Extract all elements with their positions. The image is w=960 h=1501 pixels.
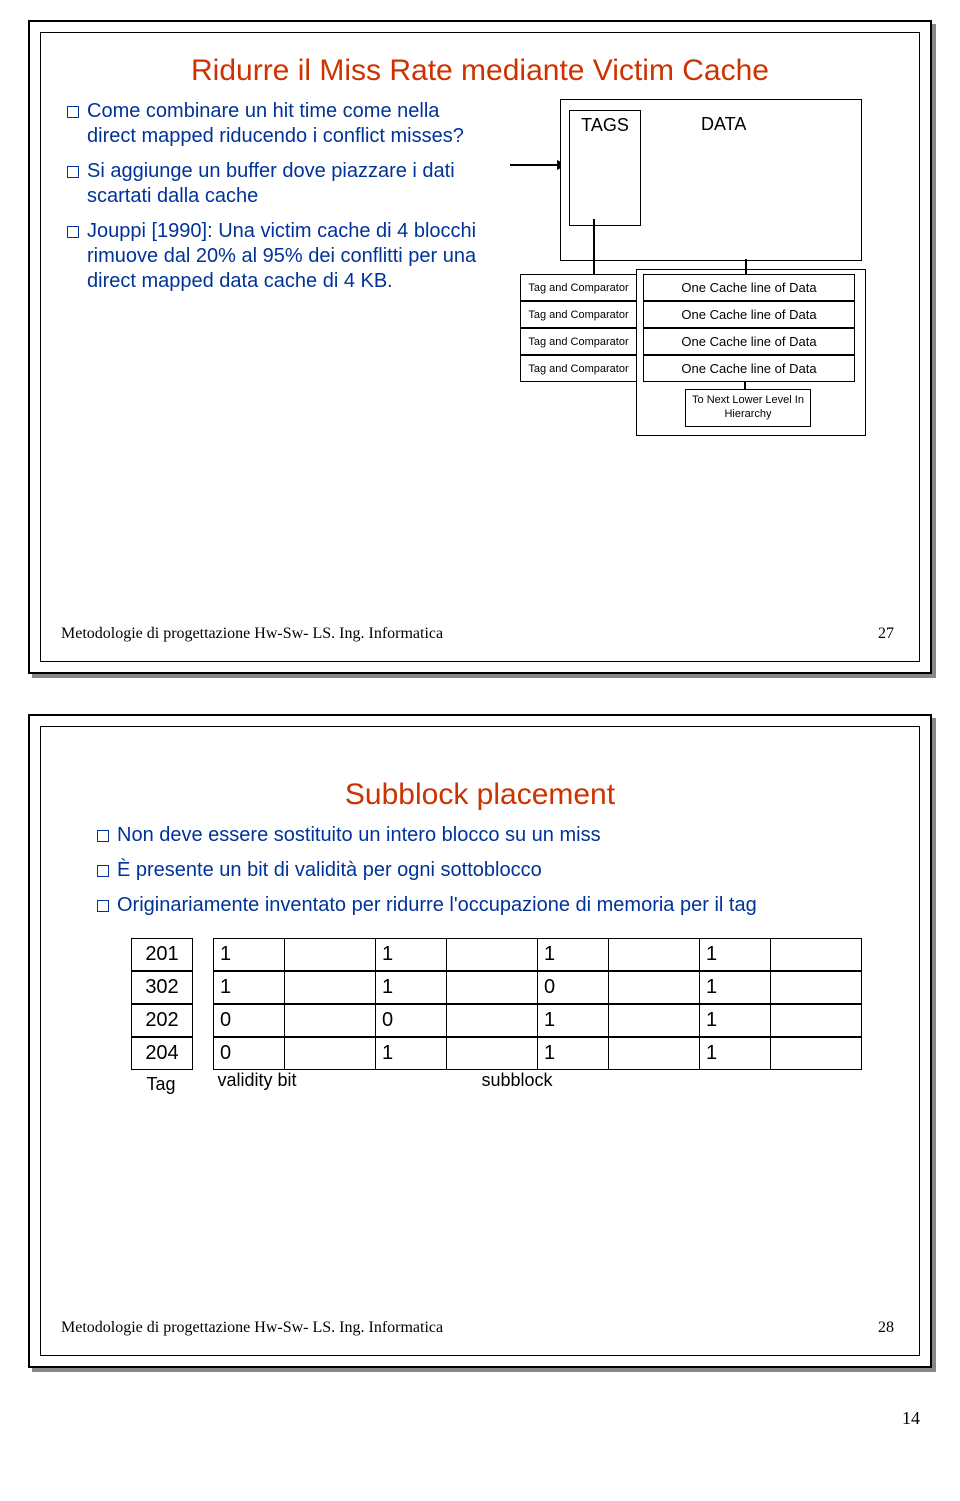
data-cell xyxy=(770,971,862,1004)
bullet-list: Come combinare un hit time come nella di… xyxy=(61,99,480,294)
slide-columns: Come combinare un hit time come nella di… xyxy=(41,89,919,479)
slide-body: Non deve essere sostituito un intero blo… xyxy=(41,813,919,1099)
tag-comparator: Tag and Comparator xyxy=(520,301,637,328)
footer-left: Metodologie di progettazione Hw-Sw- LS. … xyxy=(61,1319,443,1337)
data-label: DATA xyxy=(701,114,746,135)
data-cell xyxy=(284,1004,375,1037)
tags-label: TAGS xyxy=(569,110,641,226)
footer-right: 27 xyxy=(878,625,894,643)
valid-cell: 0 xyxy=(537,971,608,1004)
arrow-icon xyxy=(510,164,566,166)
data-cell xyxy=(446,1037,537,1070)
valid-cell: 1 xyxy=(375,971,446,1004)
subblock-table: 201 1 1 1 1 302 1 1 0 1 xyxy=(131,938,879,1099)
bullet-item: Si aggiunge un buffer dove piazzare i da… xyxy=(67,159,480,209)
data-cell xyxy=(284,938,375,971)
valid-cell: 1 xyxy=(375,938,446,971)
slide-footer: Metodologie di progettazione Hw-Sw- LS. … xyxy=(61,625,894,643)
cache-line: One Cache line of Data xyxy=(643,328,855,355)
tag-cell: 204 xyxy=(131,1037,193,1070)
subblock-label: subblock xyxy=(417,1070,617,1099)
valid-cell: 1 xyxy=(537,938,608,971)
footer-right: 28 xyxy=(878,1319,894,1337)
data-cell xyxy=(608,971,699,1004)
bullet-item: È presente un bit di validità per ogni s… xyxy=(97,858,879,883)
data-cell xyxy=(446,938,537,971)
slide-inner: Subblock placement Non deve essere sosti… xyxy=(40,726,920,1356)
footer-left: Metodologie di progettazione Hw-Sw- LS. … xyxy=(61,625,443,643)
cache-line: One Cache line of Data xyxy=(643,355,855,382)
table-row: 202 0 0 1 1 xyxy=(131,1004,879,1037)
valid-cell: 1 xyxy=(213,938,284,971)
data-cell xyxy=(608,1004,699,1037)
victim-row: Tag and Comparator One Cache line of Dat… xyxy=(520,355,855,382)
line-icon xyxy=(593,219,595,274)
line-icon xyxy=(744,382,746,389)
valid-cell: 0 xyxy=(213,1037,284,1070)
data-cell xyxy=(608,938,699,971)
table-row: 201 1 1 1 1 xyxy=(131,938,879,971)
victim-row: Tag and Comparator One Cache line of Dat… xyxy=(520,274,855,301)
valid-cell: 1 xyxy=(699,1037,770,1070)
slide-title: Subblock placement xyxy=(41,777,919,813)
tag-comparator: Tag and Comparator xyxy=(520,355,637,382)
slide-title: Ridurre il Miss Rate mediante Victim Cac… xyxy=(41,53,919,89)
cache-line: One Cache line of Data xyxy=(643,274,855,301)
cache-line: One Cache line of Data xyxy=(643,301,855,328)
valid-cell: 1 xyxy=(537,1004,608,1037)
valid-cell: 1 xyxy=(537,1037,608,1070)
valid-cell: 1 xyxy=(699,1004,770,1037)
tag-comparator: Tag and Comparator xyxy=(520,328,637,355)
label-row: Tag validity bit subblock xyxy=(131,1070,879,1099)
page-number: 14 xyxy=(10,1408,950,1429)
valid-cell: 1 xyxy=(375,1037,446,1070)
bullet-item: Originariamente inventato per ridurre l'… xyxy=(97,893,879,918)
victim-row: Tag and Comparator One Cache line of Dat… xyxy=(520,328,855,355)
bullet-list: Non deve essere sostituito un intero blo… xyxy=(91,823,879,918)
valid-cell: 1 xyxy=(699,971,770,1004)
slide-inner: Ridurre il Miss Rate mediante Victim Cac… xyxy=(40,32,920,662)
valid-cell: 0 xyxy=(213,1004,284,1037)
bullet-item: Jouppi [1990]: Una victim cache di 4 blo… xyxy=(67,219,480,294)
table-row: 204 0 1 1 1 xyxy=(131,1037,879,1070)
column-right: TAGS DATA Tag and Comparator One Cache l… xyxy=(480,99,899,479)
valid-cell: 1 xyxy=(213,971,284,1004)
valid-group: 1 1 1 1 xyxy=(213,938,862,971)
tag-cell: 302 xyxy=(131,971,193,1004)
table-row: 302 1 1 0 1 xyxy=(131,971,879,1004)
tag-cell: 202 xyxy=(131,1004,193,1037)
data-cell xyxy=(284,1037,375,1070)
hierarchy-label: To Next Lower Level In Hierarchy xyxy=(685,389,811,427)
slide-2: Subblock placement Non deve essere sosti… xyxy=(28,714,932,1368)
line-icon xyxy=(745,259,747,274)
column-left: Come combinare un hit time come nella di… xyxy=(61,99,480,479)
tag-comparator: Tag and Comparator xyxy=(520,274,637,301)
data-cell xyxy=(770,938,862,971)
slide-footer: Metodologie di progettazione Hw-Sw- LS. … xyxy=(61,1319,894,1337)
victim-cache-diagram: TAGS DATA Tag and Comparator One Cache l… xyxy=(500,99,880,479)
data-cell xyxy=(446,1004,537,1037)
valid-cell: 1 xyxy=(699,938,770,971)
valid-group: 0 0 1 1 xyxy=(213,1004,862,1037)
tag-label: Tag xyxy=(131,1070,191,1099)
bullet-item: Come combinare un hit time come nella di… xyxy=(67,99,480,149)
valid-cell: 0 xyxy=(375,1004,446,1037)
data-cell xyxy=(284,971,375,1004)
data-cell xyxy=(446,971,537,1004)
bullet-item: Non deve essere sostituito un intero blo… xyxy=(97,823,879,848)
validity-label: validity bit xyxy=(217,1070,297,1099)
valid-group: 1 1 0 1 xyxy=(213,971,862,1004)
cache-box: TAGS DATA xyxy=(560,99,862,261)
slide-1: Ridurre il Miss Rate mediante Victim Cac… xyxy=(28,20,932,674)
victim-row: Tag and Comparator One Cache line of Dat… xyxy=(520,301,855,328)
data-cell xyxy=(770,1037,862,1070)
data-cell xyxy=(608,1037,699,1070)
tag-cell: 201 xyxy=(131,938,193,971)
data-cell xyxy=(770,1004,862,1037)
valid-group: 0 1 1 1 xyxy=(213,1037,862,1070)
